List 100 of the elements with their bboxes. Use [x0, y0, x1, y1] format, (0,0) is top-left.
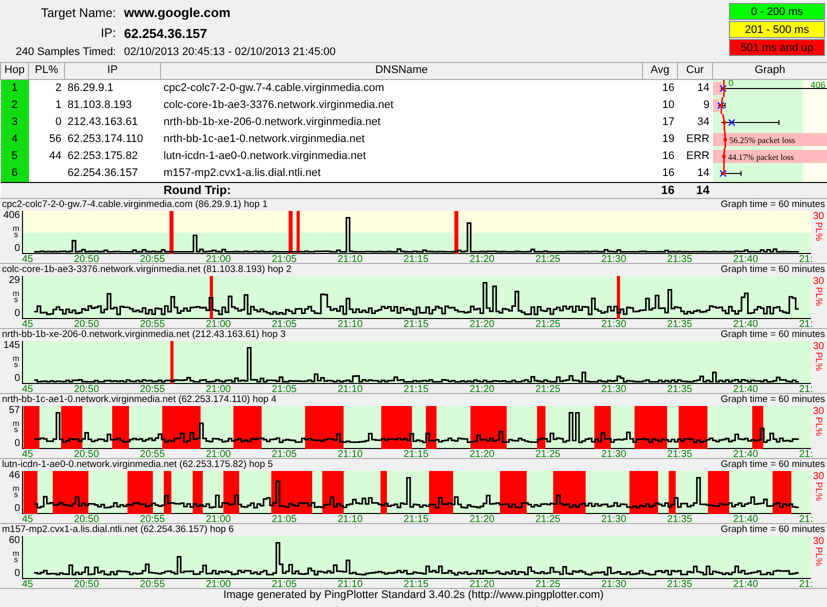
hop-number-cell: 3 — [0, 114, 28, 131]
dns-name-cell: lutn-icdn-1-ae0-0.network.virginmedia.net — [160, 148, 642, 165]
time-axis-label: 21:15 — [404, 514, 429, 522]
packet-loss-bar — [752, 406, 764, 448]
time-axis-label: 21:40 — [733, 514, 758, 522]
time-axis-label: 21:35 — [667, 578, 692, 588]
time-axis-label: 21:25 — [535, 384, 560, 392]
packet-loss-bar — [668, 470, 676, 514]
time-axis-label: 21:15 — [404, 384, 429, 392]
packet-loss-bar — [296, 210, 300, 254]
graph-time-label: Graph time = 60 minutes — [720, 524, 825, 536]
y-axis-max-label: 406 — [3, 210, 20, 220]
packet-loss-unit-label: PL% — [813, 546, 824, 566]
y-axis-min-label: 0 — [14, 504, 20, 514]
time-axis-label: 20:50 — [74, 448, 100, 458]
time-axis-label: 21:20 — [469, 254, 494, 262]
y-axis-max-label: 145 — [3, 340, 20, 350]
legend-entry: 0 - 200 ms — [729, 3, 825, 20]
packet-loss-bar — [170, 210, 174, 254]
time-axis-label: 21:30 — [601, 318, 626, 328]
hop-graph-title: lutn-icdn-1-ae0-0.network.virginmedia.net (62.253.175.82) hop 5 — [2, 458, 273, 470]
round-trip-label: Round Trip: — [160, 182, 642, 198]
ip-cell: 81.103.8.193 — [64, 97, 160, 114]
round-trip-current: 14 — [678, 182, 712, 198]
average-cell: 10 — [642, 97, 678, 114]
time-axis-label: 21:05 — [272, 448, 297, 458]
time-axis-label: 21:35 — [667, 384, 692, 392]
packet-loss-bar — [52, 470, 88, 514]
time-axis-label: 21:05 — [272, 578, 297, 588]
time-axis-label: 20:55 — [140, 318, 165, 328]
y-axis-unit-label: ms — [12, 290, 20, 304]
time-axis-label: 20:55 — [140, 254, 165, 262]
time-axis-label: 21:40 — [733, 384, 758, 392]
time-axis-label: 45 — [22, 578, 34, 588]
packet-loss-unit-label: PL% — [813, 416, 824, 436]
current-cell: 34 — [678, 114, 712, 131]
ip-cell: 86.29.9.1 — [64, 80, 160, 97]
time-axis-label: 21:25 — [535, 318, 560, 328]
packet-loss-bar — [470, 406, 507, 448]
graph-scale-min: 0 — [728, 80, 734, 88]
time-axis-label: 21:35 — [667, 318, 692, 328]
average-cell: 17 — [642, 114, 678, 131]
packet-loss-label: 44.17% packet loss — [727, 152, 794, 162]
dns-name-cell: m157-mp2.cvx1-a.lis.dial.ntli.net — [160, 165, 642, 182]
time-axis-label: 21:25 — [535, 514, 560, 522]
time-axis-label: 21:00 — [206, 318, 231, 328]
time-axis-label: 21:20 — [469, 578, 494, 588]
time-axis-label: 21:35 — [667, 254, 692, 262]
time-axis-label: 21:10 — [338, 254, 363, 262]
time-axis-label: 21: — [798, 254, 813, 262]
legend-entry: 201 - 500 ms — [729, 21, 825, 38]
average-cell: 16 — [642, 80, 678, 97]
time-axis-label: 21:20 — [469, 448, 494, 458]
samples-label: 240 Samples Timed: — [14, 46, 116, 60]
time-axis-label: 20:55 — [140, 514, 165, 522]
time-axis-label: 21: — [798, 578, 813, 588]
dns-name-cell: colc-core-1b-ae3-3376.network.virginmedia.net — [160, 97, 642, 114]
packet-loss-cell: 56 — [28, 131, 64, 148]
current-cell: ERR — [678, 131, 712, 148]
packet-loss-max-label: 30 — [813, 470, 824, 482]
current-cell: 14 — [678, 80, 712, 97]
packet-loss-label: 56.25% packet loss — [728, 135, 795, 145]
packet-loss-cell: 2 — [28, 80, 64, 97]
legend-entry: 501 ms and up — [729, 39, 825, 56]
packet-loss-max-label: 30 — [813, 340, 824, 352]
y-axis-max-label: 46 — [8, 470, 20, 480]
hop-column-header: Hop — [0, 62, 28, 80]
time-axis-label: 21:30 — [601, 254, 626, 262]
time-axis-label: 21:05 — [272, 318, 297, 328]
packet-loss-bar — [772, 470, 792, 514]
time-axis-label: 21:10 — [338, 448, 363, 458]
time-axis-label: 21:15 — [404, 254, 429, 262]
packet-loss-bar — [322, 470, 344, 514]
average-column-header: Avg — [642, 62, 678, 80]
time-axis-label: 21:10 — [338, 384, 363, 392]
time-axis-label: 21:10 — [338, 514, 363, 522]
hop-graph-title: nrth-bb-1b-xe-206-0.network.virginmedia.net (212.43.163.61) hop 3 — [2, 328, 286, 340]
packet-loss-bar — [429, 470, 454, 514]
ip-cell: 62.253.174.110 — [64, 131, 160, 148]
graph-time-label: Graph time = 60 minutes — [720, 198, 825, 210]
dns-name-cell: cpc2-colc7-2-0-gw.7-4.cable.virginmedia.com — [160, 80, 642, 97]
time-axis-label: 21: — [798, 514, 813, 522]
time-axis-label: 20:55 — [140, 578, 165, 588]
time-axis-label: 21:25 — [535, 254, 560, 262]
time-axis-label: 20:55 — [140, 448, 165, 458]
packet-loss-cell: 44 — [28, 148, 64, 165]
target-name-label: Target Name: — [40, 6, 116, 21]
hop-number-cell: 6 — [0, 165, 28, 182]
y-axis-unit-label: ms — [12, 226, 20, 238]
y-axis-min-label: 0 — [14, 308, 20, 318]
hop-number-cell: 5 — [0, 148, 28, 165]
y-axis-min-label: 0 — [14, 374, 20, 384]
hop-graph-title: cpc2-colc7-2-0-gw.7-4.cable.virginmedia.com (86.29.9.1) hop 1 — [2, 198, 268, 210]
packet-loss-bar — [634, 406, 668, 448]
y-axis-min-label: 0 — [14, 244, 20, 254]
time-axis-label: 20:55 — [140, 384, 165, 392]
time-axis-label: 21:00 — [206, 514, 231, 522]
graph-scale-max: 406 — [810, 80, 826, 90]
y-axis-min-label: 0 — [14, 438, 20, 448]
graph-column-header: Graph — [712, 62, 827, 80]
